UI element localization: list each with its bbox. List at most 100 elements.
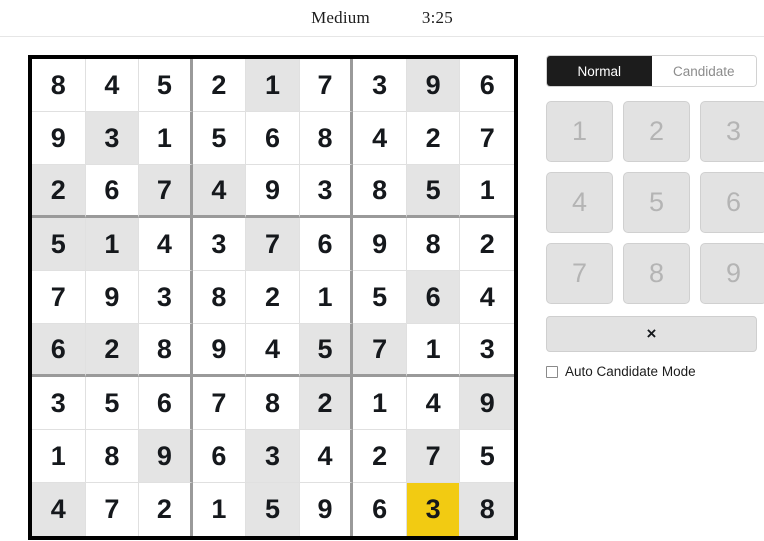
- sudoku-cell[interactable]: 7: [353, 324, 407, 377]
- sudoku-cell[interactable]: 3: [85, 112, 140, 165]
- sudoku-cell[interactable]: 7: [299, 59, 354, 112]
- sudoku-cell[interactable]: 8: [246, 377, 300, 430]
- sudoku-cell[interactable]: 6: [353, 483, 407, 536]
- sudoku-board[interactable]: 8452173969315684272674938515143769827938…: [28, 55, 518, 540]
- sudoku-cell[interactable]: 8: [85, 430, 140, 483]
- number-button-9[interactable]: 9: [700, 243, 764, 304]
- sudoku-cell[interactable]: 7: [406, 430, 461, 483]
- sudoku-cell[interactable]: 5: [192, 112, 247, 165]
- sudoku-cell[interactable]: 6: [85, 165, 140, 218]
- sudoku-cell[interactable]: 6: [460, 59, 514, 112]
- sudoku-cell[interactable]: 7: [192, 377, 247, 430]
- sudoku-cell[interactable]: 3: [460, 324, 514, 377]
- sudoku-cell[interactable]: 5: [246, 483, 300, 536]
- sudoku-cell[interactable]: 3: [139, 271, 193, 324]
- number-button-7[interactable]: 7: [546, 243, 613, 304]
- sudoku-cell[interactable]: 9: [32, 112, 86, 165]
- auto-candidate-checkbox[interactable]: [546, 365, 558, 378]
- sudoku-cell[interactable]: 2: [353, 430, 407, 483]
- sudoku-cell[interactable]: 1: [299, 271, 354, 324]
- sudoku-cell[interactable]: 1: [192, 483, 247, 536]
- sudoku-cell[interactable]: 3: [246, 430, 300, 483]
- sudoku-cell[interactable]: 5: [460, 430, 514, 483]
- sudoku-cell[interactable]: 9: [353, 218, 407, 271]
- sudoku-cell[interactable]: 8: [139, 324, 193, 377]
- sudoku-cell[interactable]: 8: [406, 218, 461, 271]
- erase-button[interactable]: ×: [546, 316, 757, 352]
- sudoku-cell[interactable]: 3: [406, 483, 461, 536]
- sudoku-cell[interactable]: 6: [406, 271, 461, 324]
- sudoku-cell[interactable]: 4: [85, 59, 140, 112]
- sudoku-cell[interactable]: 3: [299, 165, 354, 218]
- sudoku-cell[interactable]: 4: [192, 165, 247, 218]
- mode-button-candidate[interactable]: Candidate: [651, 56, 756, 86]
- sudoku-cell[interactable]: 2: [139, 483, 193, 536]
- sudoku-cell[interactable]: 2: [246, 271, 300, 324]
- sudoku-cell[interactable]: 9: [406, 59, 461, 112]
- sudoku-cell[interactable]: 4: [406, 377, 461, 430]
- sudoku-cell[interactable]: 4: [139, 218, 193, 271]
- number-button-5[interactable]: 5: [623, 172, 690, 233]
- sudoku-cell[interactable]: 8: [299, 112, 354, 165]
- sudoku-cell[interactable]: 7: [460, 112, 514, 165]
- sudoku-cell[interactable]: 2: [299, 377, 354, 430]
- sudoku-cell[interactable]: 4: [246, 324, 300, 377]
- mode-button-normal[interactable]: Normal: [547, 56, 652, 86]
- sudoku-cell[interactable]: 1: [32, 430, 86, 483]
- sudoku-cell[interactable]: 3: [353, 59, 407, 112]
- sudoku-cell[interactable]: 5: [139, 59, 193, 112]
- sudoku-cell[interactable]: 3: [192, 218, 247, 271]
- sudoku-cell[interactable]: 4: [353, 112, 407, 165]
- sudoku-cell[interactable]: 2: [460, 218, 514, 271]
- sudoku-cell[interactable]: 5: [299, 324, 354, 377]
- sudoku-cell[interactable]: 6: [32, 324, 86, 377]
- sudoku-cell[interactable]: 2: [32, 165, 86, 218]
- sudoku-cell[interactable]: 6: [246, 112, 300, 165]
- sudoku-cell[interactable]: 6: [299, 218, 354, 271]
- sudoku-cell[interactable]: 8: [460, 483, 514, 536]
- sudoku-cell[interactable]: 7: [32, 271, 86, 324]
- sudoku-cell[interactable]: 1: [139, 112, 193, 165]
- sudoku-cell[interactable]: 7: [139, 165, 193, 218]
- sudoku-cell[interactable]: 7: [85, 483, 140, 536]
- auto-candidate-row[interactable]: Auto Candidate Mode: [546, 364, 764, 379]
- sudoku-app: Medium 3:25 8452173969315684272674938515…: [0, 0, 764, 541]
- sudoku-cell[interactable]: 5: [85, 377, 140, 430]
- sudoku-cell[interactable]: 9: [85, 271, 140, 324]
- number-button-1[interactable]: 1: [546, 101, 613, 162]
- number-button-3[interactable]: 3: [700, 101, 764, 162]
- sudoku-cell[interactable]: 2: [85, 324, 140, 377]
- sudoku-cell[interactable]: 8: [32, 59, 86, 112]
- number-button-6[interactable]: 6: [700, 172, 764, 233]
- sudoku-cell[interactable]: 5: [32, 218, 86, 271]
- sudoku-cell[interactable]: 9: [139, 430, 193, 483]
- sudoku-cell[interactable]: 9: [299, 483, 354, 536]
- sudoku-cell[interactable]: 3: [32, 377, 86, 430]
- sudoku-cell[interactable]: 4: [299, 430, 354, 483]
- number-button-4[interactable]: 4: [546, 172, 613, 233]
- sudoku-cell[interactable]: 1: [246, 59, 300, 112]
- sudoku-cell[interactable]: 9: [246, 165, 300, 218]
- number-button-2[interactable]: 2: [623, 101, 690, 162]
- sudoku-cell[interactable]: 5: [353, 271, 407, 324]
- sudoku-cell[interactable]: 6: [192, 430, 247, 483]
- sudoku-cell[interactable]: 7: [246, 218, 300, 271]
- sudoku-cell[interactable]: 1: [406, 324, 461, 377]
- sudoku-cell[interactable]: 6: [139, 377, 193, 430]
- sudoku-cell[interactable]: 8: [353, 165, 407, 218]
- number-button-8[interactable]: 8: [623, 243, 690, 304]
- sudoku-cell[interactable]: 8: [192, 271, 247, 324]
- sudoku-cell[interactable]: 2: [192, 59, 247, 112]
- input-mode-toggle[interactable]: Normal Candidate: [546, 55, 757, 87]
- sudoku-cell[interactable]: 4: [32, 483, 86, 536]
- sudoku-cell[interactable]: 2: [406, 112, 461, 165]
- sudoku-cell[interactable]: 4: [460, 271, 514, 324]
- control-panel: Normal Candidate 123 456 789 × Auto Candida…: [546, 55, 764, 415]
- sudoku-cell[interactable]: 9: [192, 324, 247, 377]
- sudoku-cell[interactable]: 1: [85, 218, 140, 271]
- sudoku-cell[interactable]: 5: [406, 165, 461, 218]
- sudoku-cell[interactable]: 1: [460, 165, 514, 218]
- sudoku-cell[interactable]: 9: [460, 377, 514, 430]
- number-pad[interactable]: 123 456 789: [546, 101, 764, 304]
- sudoku-cell[interactable]: 1: [353, 377, 407, 430]
